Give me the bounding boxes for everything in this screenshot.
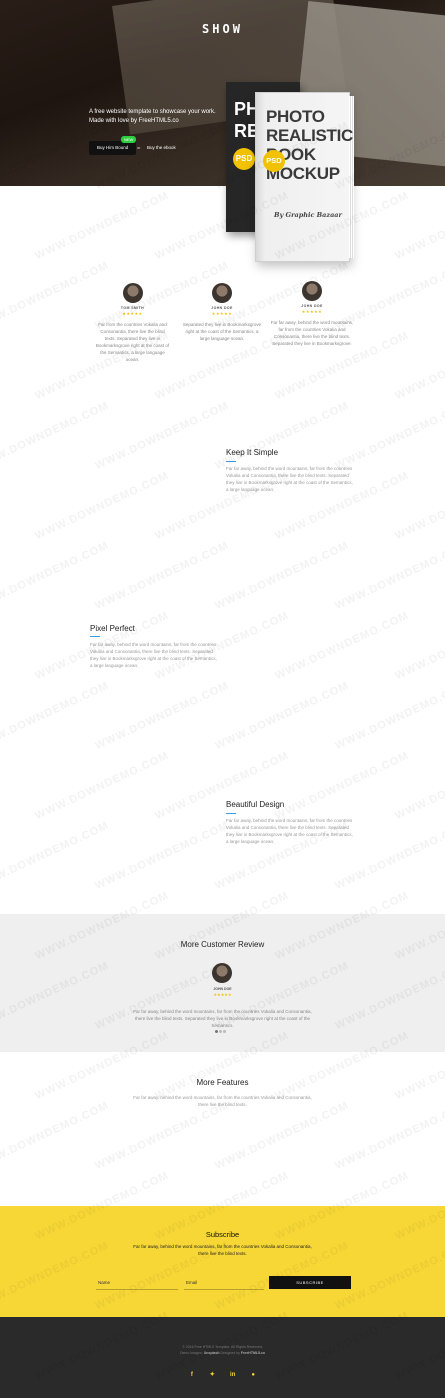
star-rating: ★★★★★ [213,992,232,997]
testimonial-quote: Separated they live in Bookmarksgrove ri… [182,322,262,341]
avatar [212,963,232,983]
watermark-text: WWW.DOWNDEMO.COM [152,749,291,823]
section-title: More Customer Review [180,940,265,949]
watermark-text: WWW.DOWNDEMO.COM [392,189,445,263]
feature-title: Beautiful Design [226,800,285,809]
watermark-text: WWW.DOWNDEMO.COM [0,259,111,333]
watermark-text: WWW.DOWNDEMO.COM [32,469,171,543]
star-rating: ★★★★★ [122,311,143,316]
social-links: f ✦ in ● [0,1363,445,1381]
testimonial-card: JOHN DOE ★★★★★ Separated they live in Bo… [180,283,264,342]
watermark-text: WWW.DOWNDEMO.COM [332,1099,445,1173]
watermark-text: WWW.DOWNDEMO.COM [0,399,111,473]
carousel-dots [215,1020,230,1033]
site-logo[interactable]: SHOW [0,22,445,36]
feature-divider [226,813,236,814]
hero-section: SHOW A free website template to showcase… [0,0,445,186]
subscribe-button[interactable]: SUBSCRIBE [269,1276,351,1289]
book-author: By Graphic Bazaar [274,211,342,219]
testimonial-card: JOHN DOE ★★★★★ Far far away, behind the … [270,281,354,347]
watermark-text: WWW.DOWNDEMO.COM [32,749,171,823]
watermark-text: WWW.DOWNDEMO.COM [392,609,445,683]
watermark-text: WWW.DOWNDEMO.COM [212,539,351,613]
watermark-text: WWW.DOWNDEMO.COM [92,539,231,613]
carousel-dot[interactable] [223,1030,226,1033]
testimonial-quote: Far far away, behind the word mountains,… [270,320,354,346]
watermark-text: WWW.DOWNDEMO.COM [332,399,445,473]
testimonial-name: TOM SMITH [120,306,145,310]
watermark-text: WWW.DOWNDEMO.COM [392,469,445,543]
watermark-text: WWW.DOWNDEMO.COM [212,679,351,753]
testimonial-card: TOM SMITH ★★★★★ Far from the countries V… [95,283,170,363]
email-field[interactable]: Email [184,1276,264,1290]
hero-tagline: A free website template to showcase your… [89,109,216,124]
credits-link[interactable]: Unsplash [204,1351,220,1355]
watermark-text: WWW.DOWNDEMO.COM [272,609,411,683]
avatar [122,283,143,303]
section-text: Far far away, behind the word mountains,… [133,1095,312,1107]
section-title: More Features [196,1078,249,1087]
feature-divider [90,636,100,637]
watermark-layer: WWW.DOWNDEMO.COM WWW.DOWNDEMO.COM WWW.DOWN… [0,0,445,1398]
footer: © 2016 Free HTML5 Template. All Rights R… [0,1317,445,1398]
feature-divider [226,461,236,462]
ebook-link[interactable]: Buy the ebook [147,145,176,150]
watermark-text: WWW.DOWNDEMO.COM [392,749,445,823]
watermark-text: WWW.DOWNDEMO.COM [0,819,111,893]
watermark-text: WWW.DOWNDEMO.COM [92,679,231,753]
testimonial-name: JOHN DOE [211,306,233,310]
facebook-icon[interactable]: f [186,1372,198,1378]
watermark-text: WWW.DOWNDEMO.COM [272,749,411,823]
new-badge: NEW [121,136,137,143]
review-quote: Far far away, behind the word mountains,… [133,1009,312,1028]
watermark-text: WWW.DOWNDEMO.COM [92,819,231,893]
copyright: © 2016 Free HTML5 Template. All Rights R… [179,1345,266,1355]
feature-title: Pixel Perfect [90,624,135,633]
watermark-text: WWW.DOWNDEMO.COM [392,329,445,403]
watermark-text: WWW.DOWNDEMO.COM [92,399,231,473]
watermark-text: WWW.DOWNDEMO.COM [0,679,111,753]
buy-button[interactable]: Buy Him Bound [89,141,137,155]
feature-text: Far far away, behind the word mountains,… [90,642,217,668]
linkedin-icon[interactable]: in [227,1372,239,1378]
avatar [212,283,232,303]
name-field[interactable]: Name [96,1276,178,1290]
avatar [302,281,322,301]
section-title: Subscribe [205,1230,240,1239]
feature-text: Far far away, behind the word mountains,… [226,466,353,492]
designer-link[interactable]: FreeHTML5.co [241,1351,265,1355]
watermark-text: WWW.DOWNDEMO.COM [32,189,171,263]
carousel-dot[interactable] [219,1030,222,1033]
psd-badge: PSD [263,150,285,172]
twitter-icon[interactable]: ✦ [206,1371,218,1378]
watermark-text: WWW.DOWNDEMO.COM [212,1099,351,1173]
section-text: Far far away, behind the word mountains,… [133,1244,312,1256]
watermark-text: WWW.DOWNDEMO.COM [0,539,111,613]
watermark-text: WWW.DOWNDEMO.COM [0,1099,111,1173]
watermark-text: WWW.DOWNDEMO.COM [332,679,445,753]
review-name: JOHN DOE [213,987,232,991]
star-rating: ★★★★★ [211,311,233,316]
book-mockup-light: PHOTO REALISTIC BOOK MOCKUP PSD By Graph… [255,92,354,262]
testimonial-quote: Far from the countries Vokalia and Conso… [95,322,170,362]
star-rating: ★★★★★ [301,309,323,314]
watermark-text: WWW.DOWNDEMO.COM [92,1099,231,1173]
testimonial-name: JOHN DOE [301,304,323,308]
book-light-title: PHOTO REALISTIC BOOK MOCKUP [266,107,354,183]
or-text: or [137,145,141,150]
carousel-dot[interactable] [215,1030,218,1033]
subscribe-section: Subscribe Far far away, behind the word … [0,1206,445,1317]
apple-icon[interactable]: ● [247,1372,259,1378]
psd-badge: PSD [233,148,255,170]
feature-title: Keep It Simple [226,448,279,457]
feature-text: Far far away, behind the word mountains,… [226,818,353,844]
watermark-text: WWW.DOWNDEMO.COM [332,539,445,613]
page: SHOW A free website template to showcase… [0,0,445,1398]
